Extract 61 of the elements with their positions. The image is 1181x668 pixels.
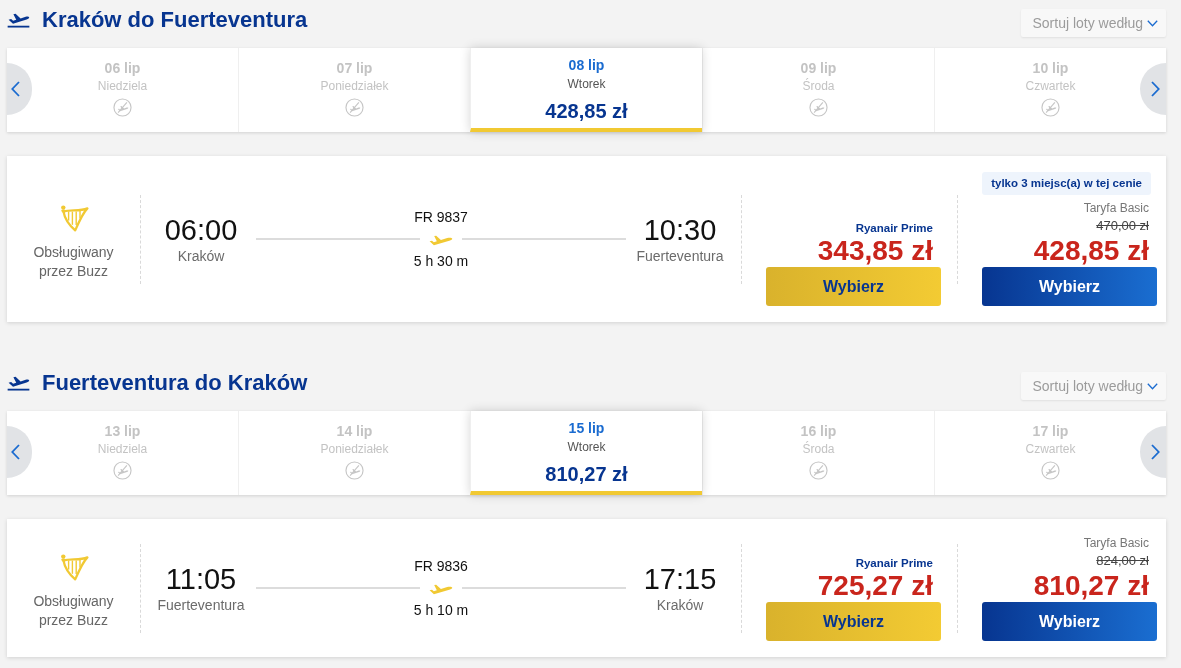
date-tab[interactable]: 06 lip Niedziela [7, 48, 238, 132]
fare-name: Taryfa Basic [1083, 200, 1149, 216]
sort-dropdown[interactable]: Sortuj loty według [1021, 9, 1166, 37]
select-button[interactable]: Wybierz [982, 267, 1157, 306]
route-title: Fuerteventura do Kraków [42, 369, 308, 397]
date-tab[interactable]: 13 lip Niedziela [7, 411, 238, 495]
chevron-down-icon [1147, 382, 1158, 390]
harp-logo-icon [58, 552, 89, 582]
takeoff-icon [7, 374, 30, 391]
chevron-right-icon [1151, 444, 1160, 460]
chevron-left-icon [11, 81, 20, 97]
select-button[interactable]: Wybierz [766, 267, 941, 306]
departure-time: 11:05 [165, 562, 237, 596]
operator-text: Obsługiwany przez Buzz [32, 592, 115, 630]
date-tab[interactable]: 17 lip Czwartek [934, 411, 1166, 495]
sort-dropdown[interactable]: Sortuj loty według [1021, 372, 1166, 400]
flight-number: FR 9836 [414, 557, 468, 575]
fare-price: 428,85 zł [1033, 236, 1149, 266]
no-flights-icon [345, 98, 364, 117]
chevron-down-icon [1147, 19, 1158, 27]
arrival-time: 10:30 [643, 213, 717, 247]
date-tab[interactable]: 14 lip Poniedziałek [238, 411, 470, 495]
no-flights-icon [113, 461, 132, 480]
chevron-right-icon [1151, 81, 1160, 97]
flight-number: FR 9837 [414, 208, 468, 226]
fare-price: 725,27 zł [817, 571, 933, 601]
fare-name: Ryanair Prime [855, 556, 933, 571]
no-flights-icon [809, 461, 828, 480]
no-flights-icon [345, 461, 364, 480]
seats-left-badge: tylko 3 miejsc(a) w tej cenie [982, 172, 1151, 195]
arrival-time: 17:15 [643, 562, 717, 596]
date-tab[interactable]: 10 lip Czwartek [934, 48, 1166, 132]
no-flights-icon [113, 98, 132, 117]
departure-airport: Fuerteventura [157, 596, 245, 614]
date-tab[interactable]: 07 lip Poniedziałek [238, 48, 470, 132]
date-tab[interactable]: 15 lip Wtorek 810,27 zł [470, 411, 702, 495]
harp-logo-icon [58, 203, 89, 233]
no-flights-icon [1041, 98, 1060, 117]
arrival-airport: Fuerteventura [636, 247, 724, 265]
flight-duration: 5 h 30 m [413, 252, 469, 270]
fare-name: Taryfa Basic [1083, 535, 1149, 551]
chevron-left-icon [11, 444, 20, 460]
no-flights-icon [809, 98, 828, 117]
old-price: 824,00 zł [1096, 552, 1149, 570]
departure-airport: Kraków [177, 247, 225, 265]
flight-duration: 5 h 10 m [413, 601, 469, 619]
departure-time: 06:00 [164, 213, 238, 247]
old-price: 470,00 zł [1096, 217, 1149, 235]
date-tab[interactable]: 08 lip Wtorek 428,85 zł [470, 48, 702, 132]
fare-price: 810,27 zł [1033, 571, 1149, 601]
arrival-airport: Kraków [656, 596, 704, 614]
select-button[interactable]: Wybierz [982, 602, 1157, 641]
operator-text: Obsługiwany przez Buzz [32, 243, 115, 281]
date-tab[interactable]: 16 lip Środa [702, 411, 934, 495]
fare-price: 343,85 zł [817, 236, 933, 266]
date-tab[interactable]: 09 lip Środa [702, 48, 934, 132]
fare-name: Ryanair Prime [855, 221, 933, 236]
takeoff-icon [7, 11, 30, 28]
select-button[interactable]: Wybierz [766, 602, 941, 641]
route-title: Kraków do Fuerteventura [42, 6, 308, 34]
no-flights-icon [1041, 461, 1060, 480]
